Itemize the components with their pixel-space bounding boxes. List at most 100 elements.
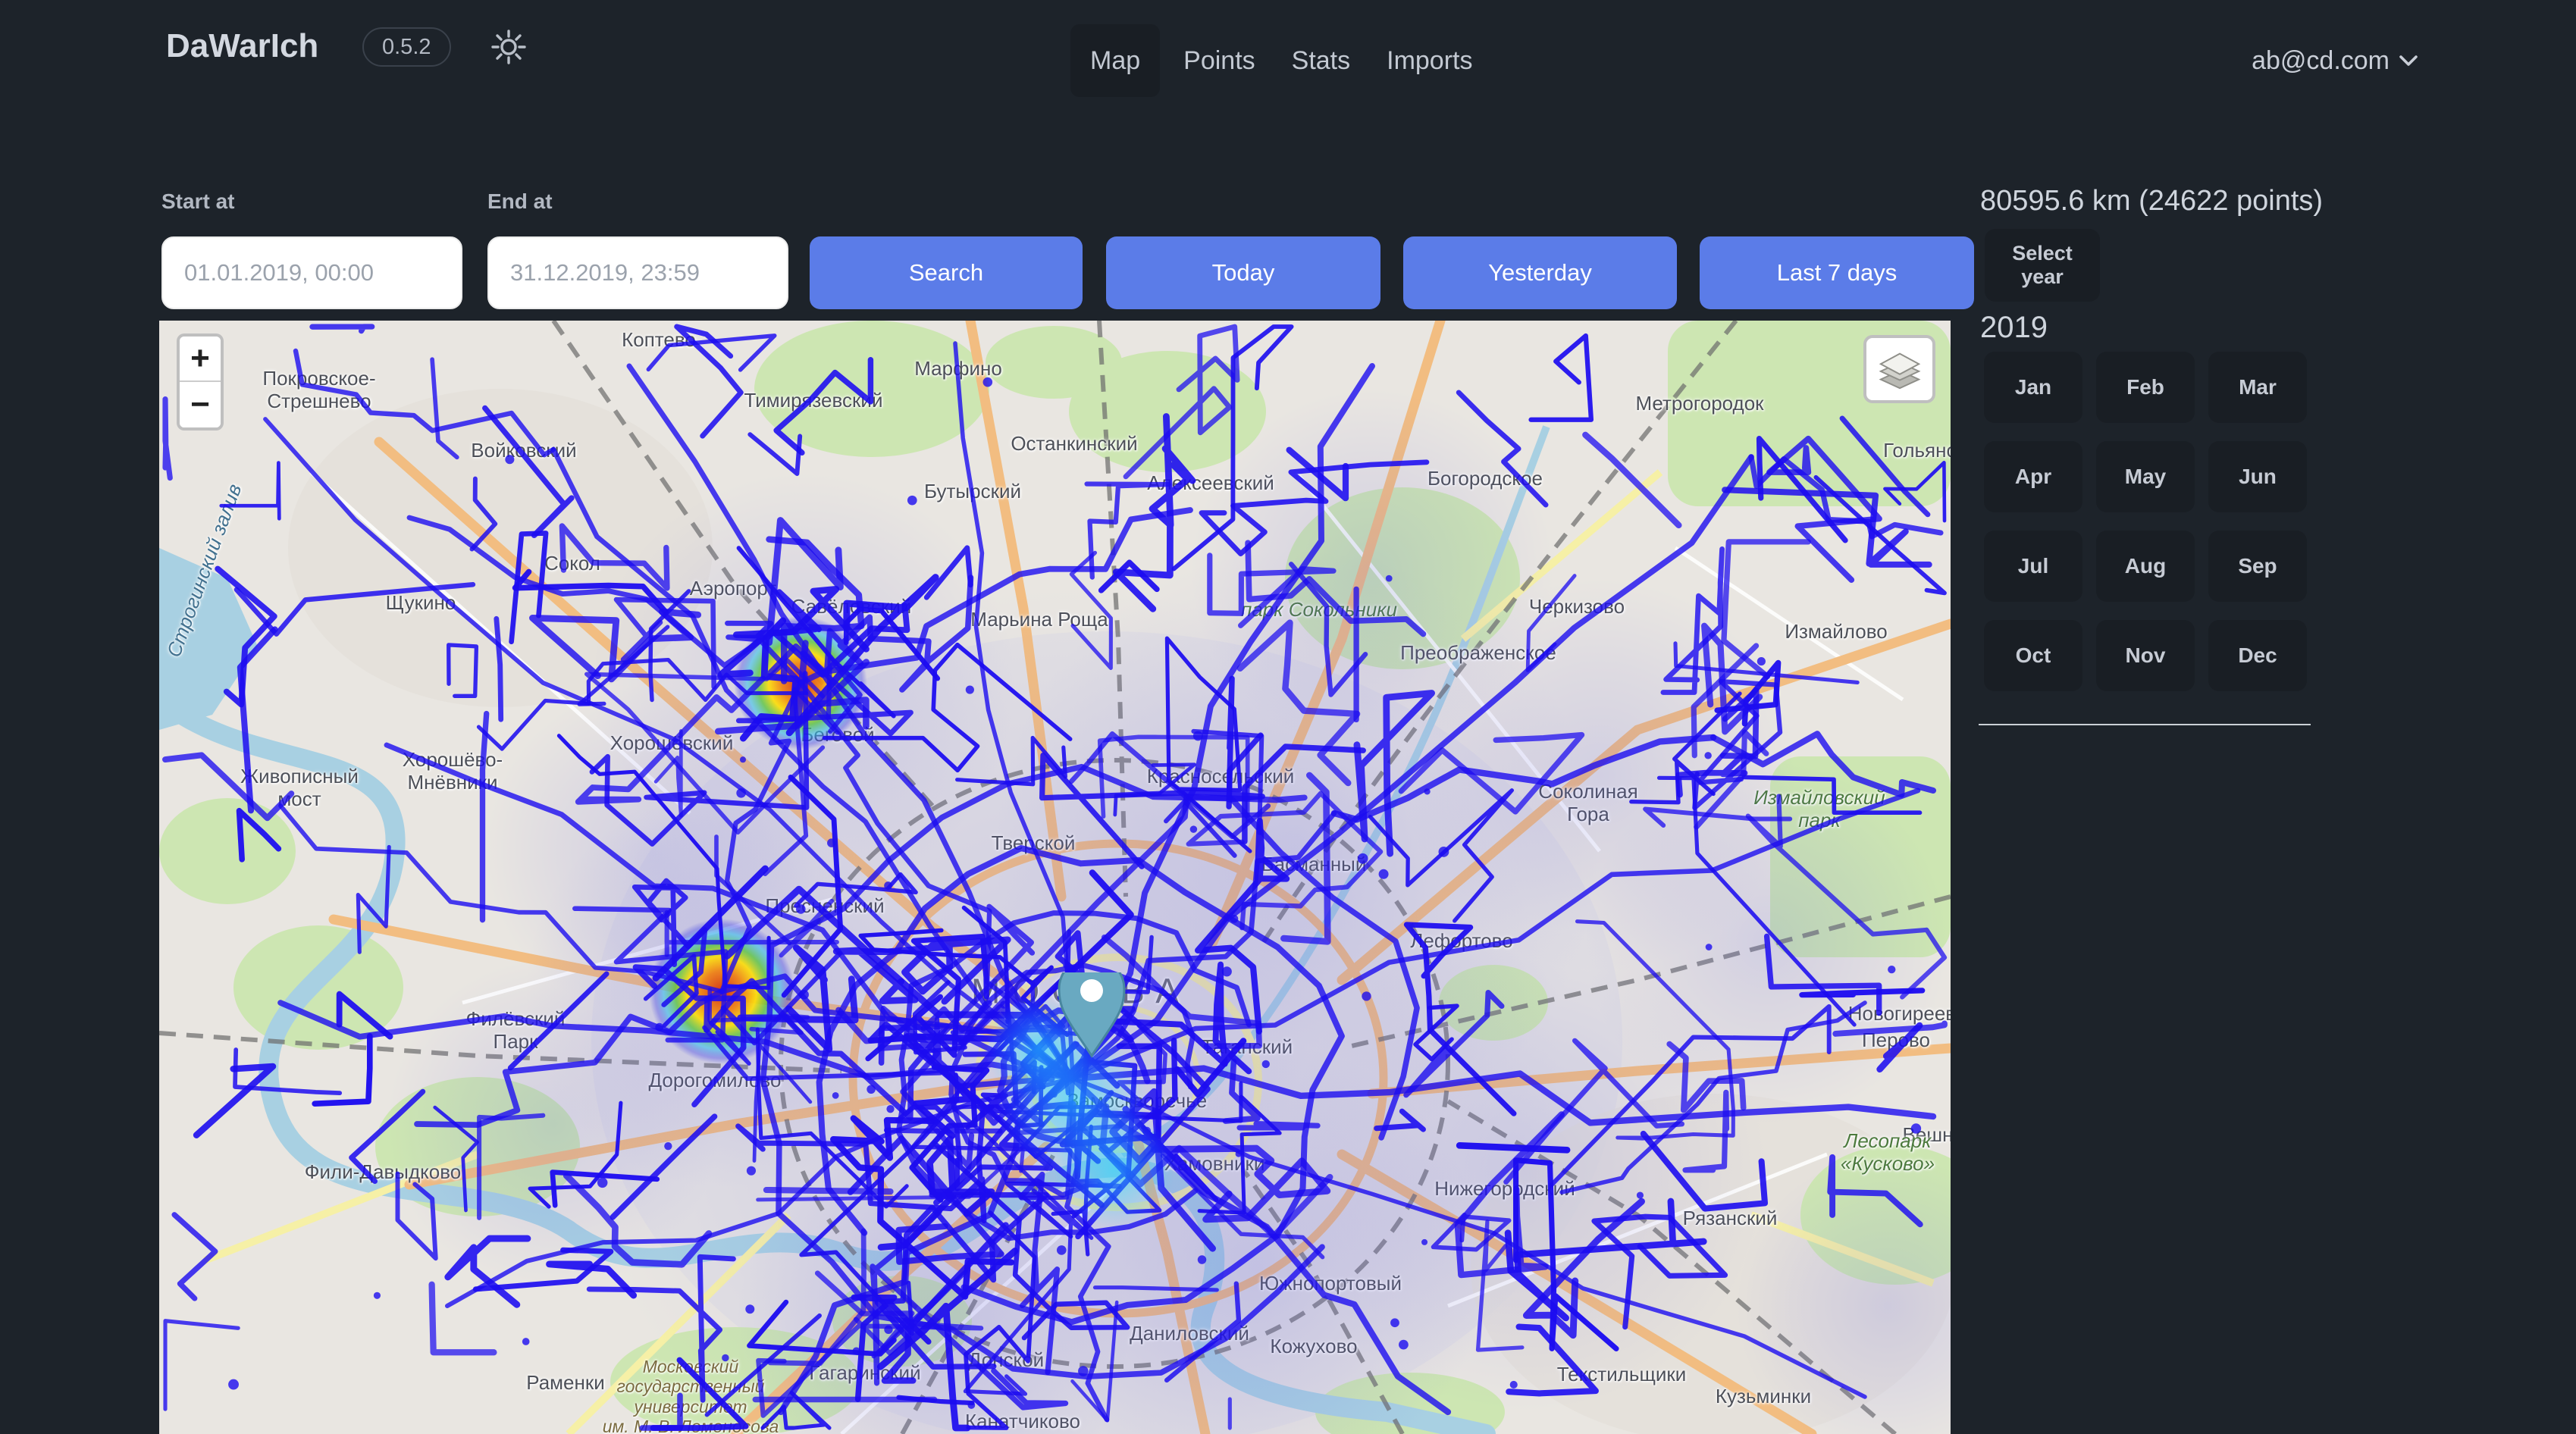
map-place-label: Донской: [968, 1349, 1044, 1372]
map-place-label: Московский государственный университет и…: [603, 1357, 779, 1434]
layers-control[interactable]: [1863, 335, 1935, 403]
map-place-label: Беговой: [801, 724, 874, 747]
map-place-label: Измайловский парк: [1753, 787, 1885, 832]
map-place-label: Таганский: [1202, 1036, 1293, 1059]
map-marker-pin[interactable]: [1054, 972, 1130, 1063]
zoom-out-button[interactable]: −: [180, 382, 221, 427]
map-basemap: [159, 321, 1951, 1434]
tab-points[interactable]: Points: [1170, 24, 1268, 97]
map-place-label: Раменки: [526, 1372, 605, 1395]
map-place-label: парк Сокольники: [1241, 599, 1397, 622]
map-place-label: Даниловский: [1130, 1323, 1249, 1345]
map-place-label: Сокол: [544, 553, 600, 575]
map-place-label: Южнопортовый: [1259, 1273, 1402, 1295]
month-button-may[interactable]: May: [2096, 441, 2195, 512]
user-menu[interactable]: ab@cd.com: [2252, 24, 2418, 97]
map-place-label: Перово: [1862, 1029, 1930, 1052]
map-place-label: Гагаринский: [809, 1362, 920, 1385]
map[interactable]: Покровское- Стрешнево Коптево Тимирязевски…: [159, 321, 1951, 1434]
dawarich-app: DaWarIch 0.5.2 MapPointsStatsImports ab@…: [0, 0, 2576, 1434]
month-button-jan[interactable]: Jan: [1984, 352, 2082, 423]
map-place-label: Замоскворечье: [1067, 1090, 1207, 1113]
map-place-label: Рязанский: [1683, 1207, 1778, 1230]
map-place-label: Гольяново: [1883, 440, 1951, 462]
map-place-label: Хорошёвский: [610, 732, 734, 755]
month-button-aug[interactable]: Aug: [2096, 531, 2195, 602]
map-place-label: Тверской: [992, 832, 1076, 855]
map-place-label: Строгинский залив: [163, 481, 246, 660]
month-button-apr[interactable]: Apr: [1984, 441, 2082, 512]
month-button-mar[interactable]: Mar: [2208, 352, 2307, 423]
map-place-label: Тимирязевский: [744, 390, 883, 412]
end-at-label: End at: [487, 189, 553, 214]
map-place-label: Черкизово: [1529, 596, 1625, 618]
today-button[interactable]: Today: [1106, 236, 1380, 309]
map-place-label: Вешняки: [1903, 1124, 1951, 1147]
map-place-label: Хамовники: [1164, 1153, 1265, 1176]
last-7-days-button[interactable]: Last 7 days: [1700, 236, 1974, 309]
chevron-down-icon: [2399, 54, 2418, 67]
map-place-label: Фили-Давыдково: [305, 1161, 462, 1184]
start-at-input[interactable]: [161, 236, 462, 309]
heatmap-hotspots: [649, 616, 867, 1064]
map-place-label: Измайлово: [1785, 621, 1887, 643]
map-place-label: Марьина Роща: [970, 609, 1108, 631]
map-place-label: Останкинский: [1011, 433, 1137, 456]
map-track-overlay: [159, 321, 1951, 1434]
month-button-sep[interactable]: Sep: [2208, 531, 2307, 602]
user-email: ab@cd.com: [2252, 46, 2390, 76]
map-place-label: Войковский: [471, 440, 576, 462]
map-place-label: Живописный мост: [240, 766, 359, 811]
map-place-label: Новогиреево: [1848, 1003, 1951, 1025]
map-place-label: Аэропорт: [690, 578, 776, 600]
month-button-jul[interactable]: Jul: [1984, 531, 2082, 602]
app-logo[interactable]: DaWarIch: [166, 27, 318, 65]
map-place-label: Хорошёво- Мнёвники: [403, 749, 503, 794]
month-grid: JanFebMar AprMayJun JulAugSep OctNovDec: [1984, 352, 2307, 691]
start-at-label: Start at: [161, 189, 234, 214]
month-button-feb[interactable]: Feb: [2096, 352, 2195, 423]
map-place-label: Лесопарк «Кусково»: [1841, 1130, 1935, 1176]
map-place-label: Лефортово: [1410, 930, 1512, 953]
gps-tracks: [165, 327, 1945, 1428]
search-button[interactable]: Search: [810, 236, 1083, 309]
month-button-dec[interactable]: Dec: [2208, 620, 2307, 691]
zoom-control: + −: [177, 333, 224, 431]
heatmap-haze: [387, 389, 1951, 1434]
map-place-label: Дорогомилово: [649, 1069, 782, 1092]
map-place-label: Канатчиково: [965, 1411, 1080, 1433]
nav-tabs: MapPointsStatsImports: [1070, 24, 1485, 97]
map-place-label: Нижегородский: [1434, 1178, 1575, 1201]
map-place-label: Кожухово: [1270, 1335, 1357, 1358]
tab-map[interactable]: Map: [1070, 24, 1160, 97]
map-place-label: Пресненский: [765, 895, 884, 918]
zoom-in-button[interactable]: +: [180, 337, 221, 382]
map-place-label: Соколиная Гора: [1538, 781, 1637, 826]
map-place-label: Богородское: [1427, 468, 1543, 490]
map-place-label: Басманный: [1261, 853, 1367, 876]
map-place-label: Коптево: [622, 329, 696, 352]
year-heading: 2019: [1980, 311, 2048, 345]
yesterday-button[interactable]: Yesterday: [1403, 236, 1677, 309]
tab-imports[interactable]: Imports: [1374, 24, 1485, 97]
map-place-label: Красносельский: [1147, 766, 1295, 788]
map-place-label: Кузьминки: [1716, 1385, 1811, 1408]
select-year-button[interactable]: Select year: [1985, 229, 2100, 302]
end-at-input[interactable]: [487, 236, 788, 309]
map-place-label: Покровское- Стрешнево: [262, 368, 375, 413]
version-badge: 0.5.2: [362, 27, 451, 67]
month-button-nov[interactable]: Nov: [2096, 620, 2195, 691]
map-place-label: Алексеевский: [1147, 472, 1274, 495]
distance-summary: 80595.6 km (24622 points): [1980, 185, 2323, 218]
month-button-jun[interactable]: Jun: [2208, 441, 2307, 512]
map-place-label: Савёловский: [791, 596, 912, 618]
map-place-label: Марфино: [914, 358, 1002, 380]
panel-divider: [1979, 724, 2311, 725]
map-place-label: Филёвский Парк: [466, 1008, 566, 1054]
month-button-oct[interactable]: Oct: [1984, 620, 2082, 691]
map-place-label: Бутырский: [924, 481, 1021, 503]
layers-icon: [1876, 346, 1923, 393]
theme-toggle-sun-icon[interactable]: [489, 27, 528, 67]
map-place-label: Щукино: [386, 592, 456, 615]
tab-stats[interactable]: Stats: [1279, 24, 1363, 97]
